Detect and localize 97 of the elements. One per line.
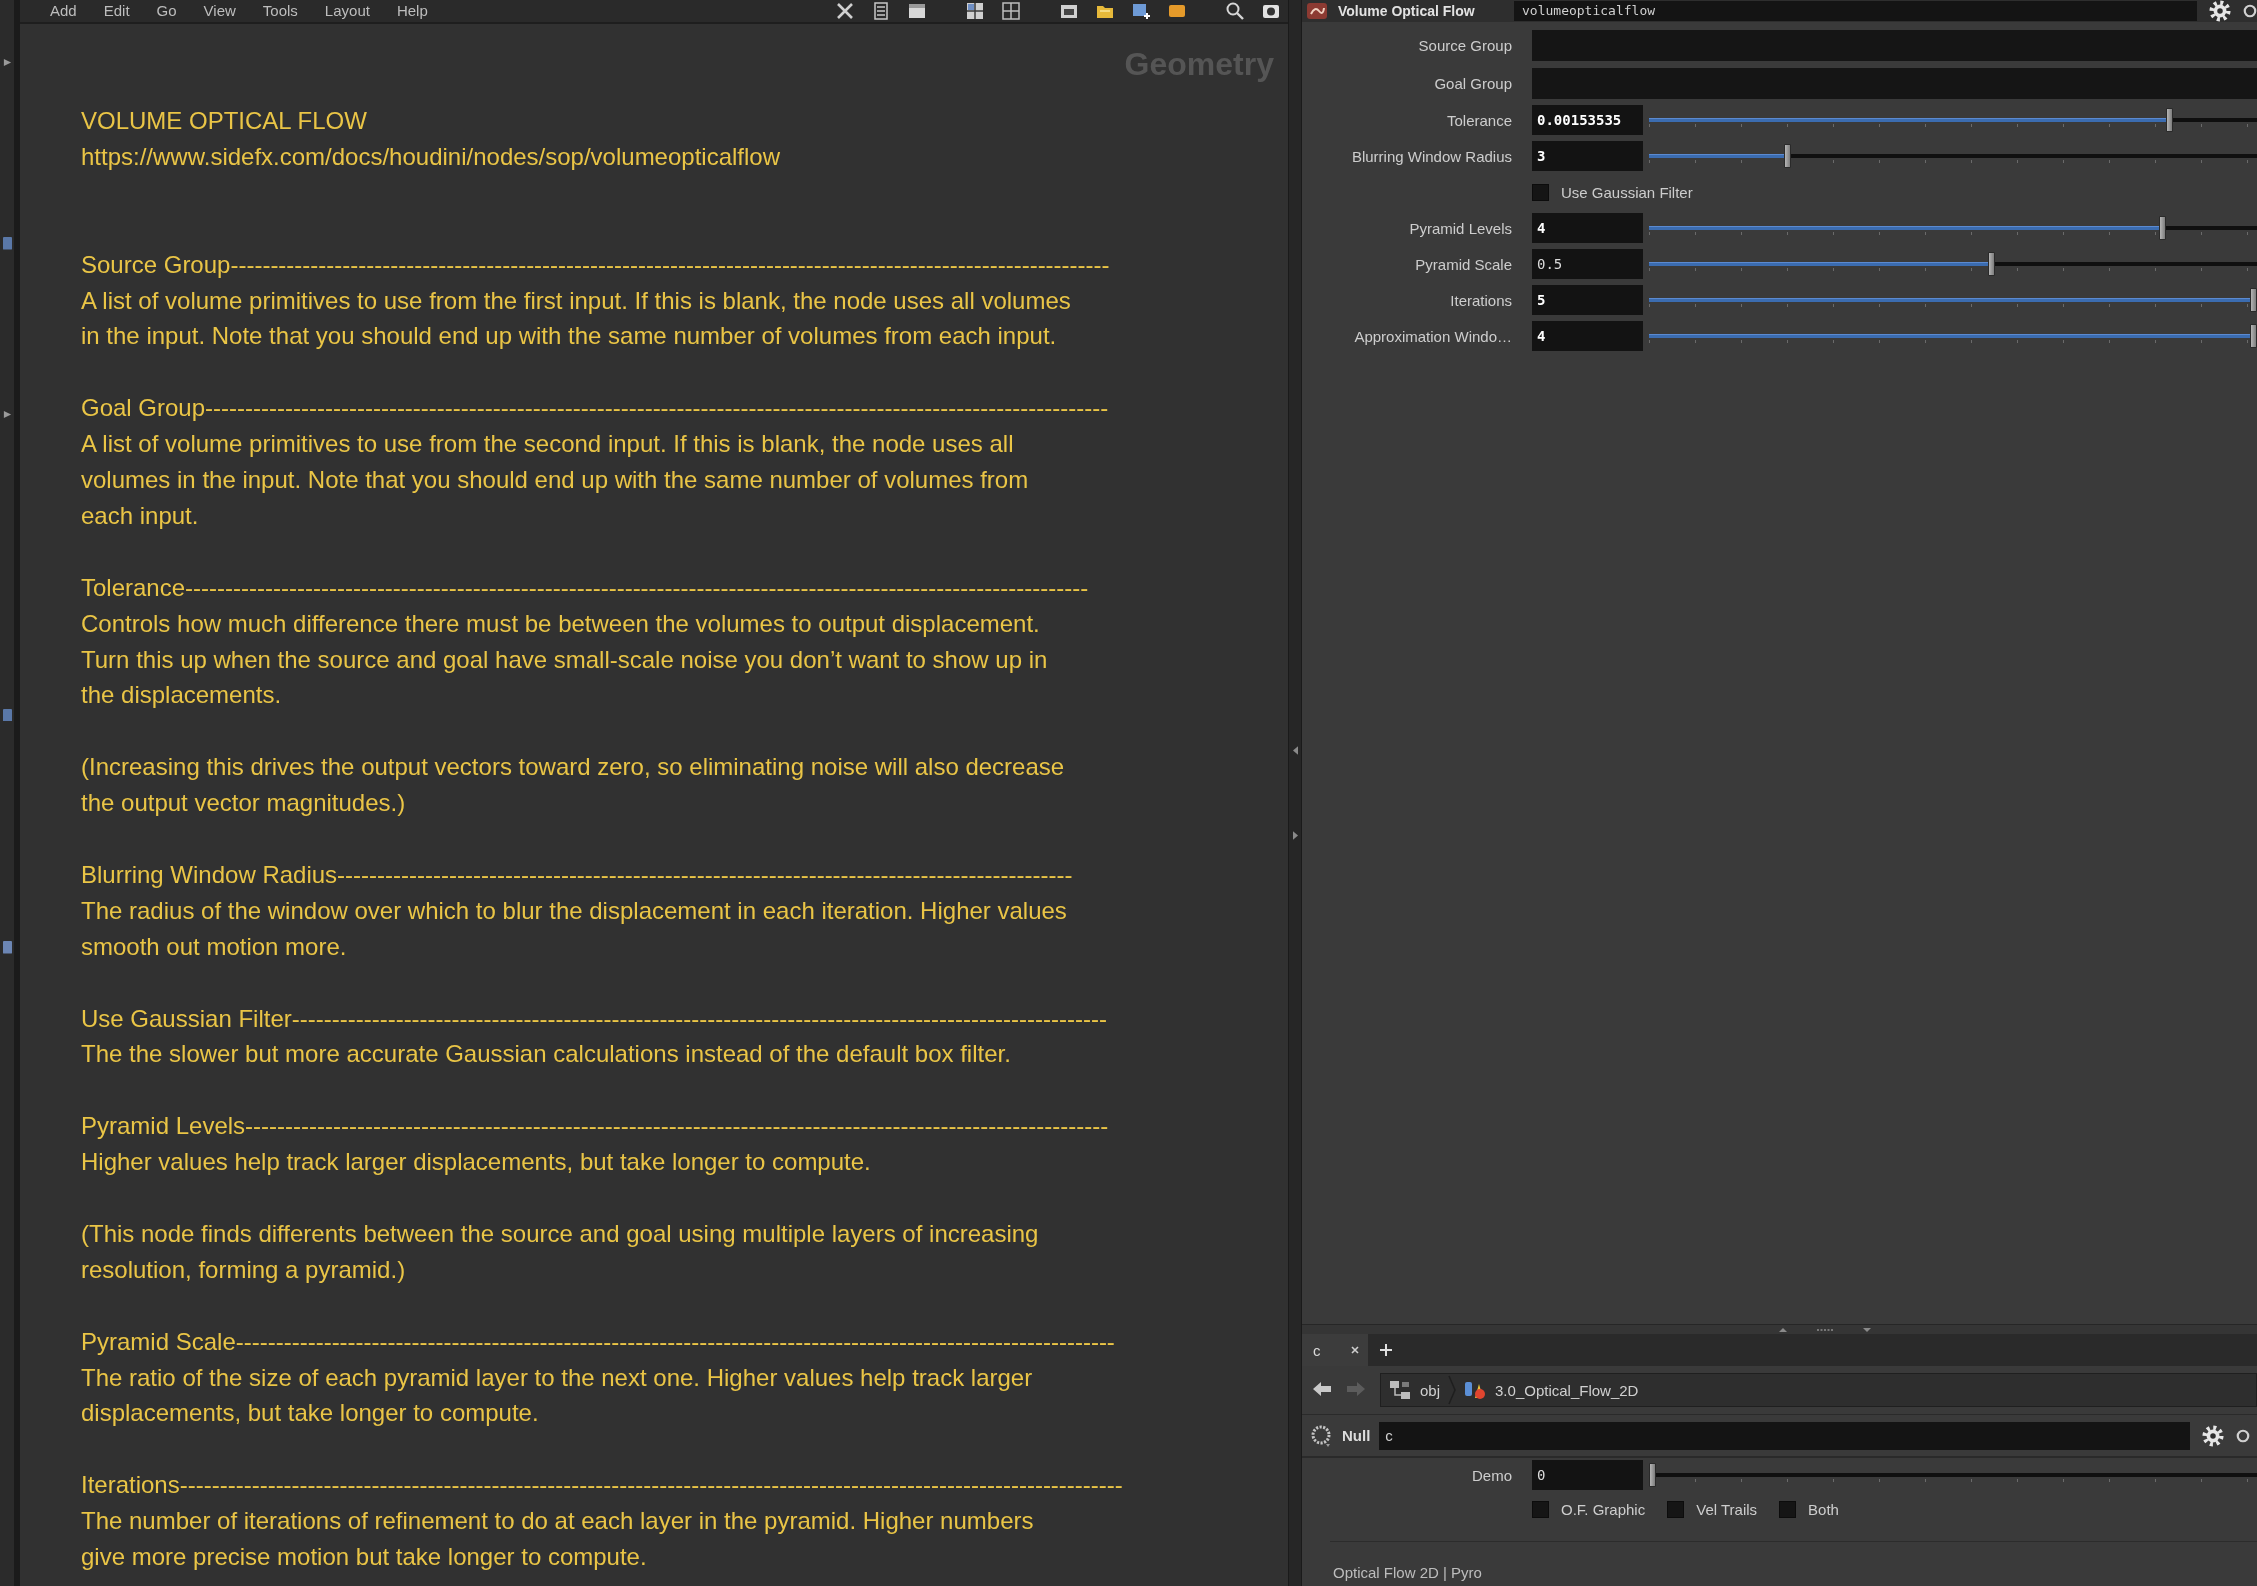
checkbox[interactable] (1532, 183, 1549, 201)
menu-item[interactable]: Tools (262, 1, 298, 21)
section-heading: Iterations---------------------------------------------------------------------------------------------------------------------- (81, 1470, 1124, 1501)
number-field[interactable]: 0.00153535 (1532, 105, 1643, 135)
number-field[interactable]: 4 (1532, 213, 1643, 243)
parameter-label: Source Group (1417, 36, 1512, 54)
triangle-icon[interactable] (2, 58, 12, 67)
slider-track[interactable] (1649, 1461, 2257, 1489)
grid-icon[interactable] (1002, 2, 1020, 20)
menu-item[interactable]: Go (156, 1, 177, 21)
network-icon (1389, 1380, 1411, 1400)
triangle-icon[interactable] (1292, 831, 1298, 840)
slider-handle[interactable] (2158, 216, 2166, 240)
checkbox[interactable] (1667, 1500, 1685, 1518)
slider-handle[interactable] (1987, 252, 1995, 276)
parameter-label: Goal Group (1433, 74, 1512, 92)
menu-item[interactable]: View (203, 1, 236, 21)
tile-icon[interactable] (2, 941, 12, 954)
box-icon[interactable] (1168, 2, 1186, 20)
section-heading: Pyramid Levels------------------------------------------------------------------------------------------------------------ (81, 1111, 1110, 1142)
number-field[interactable]: 4 (1532, 321, 1643, 351)
ring-icon[interactable] (2236, 1428, 2251, 1443)
parameter-label: Pyramid Levels (1408, 219, 1512, 237)
slider-handle[interactable] (1649, 1463, 1656, 1487)
close-icon[interactable] (1351, 1346, 1359, 1354)
paragraph: The number of iterations of refinement to do at each layer in the pyramid. Higher numbers give more precise motion but take longer to compute. (81, 1506, 1035, 1573)
paragraph: The ratio of the size of each pyramid layer to the next one. Higher values help track larger displacements, but take longer to compute. (81, 1362, 1034, 1429)
number-field[interactable]: 3 (1532, 141, 1643, 171)
grid-icon[interactable] (966, 2, 984, 20)
url-text: https://www.sidefx.com/docs/houdini/nodes/sop/volumeopticalflow (81, 141, 782, 172)
paragraph: Controls how much difference there must be between the volumes to output displacement. Turn this up when the source and goal have small-scale noise you don’t want to show up in the displacements. (81, 608, 1049, 711)
back-arrow-icon[interactable] (1312, 1381, 1332, 1399)
node-type-label: Volume Optical Flow (1338, 3, 1475, 19)
paragraph: The radius of the window over which to blur the displacement in each iteration. Higher values smooth out motion more. (81, 895, 1068, 962)
input-field[interactable] (1532, 29, 2257, 61)
tile-icon[interactable] (2, 237, 12, 250)
image-add-icon[interactable] (1132, 2, 1150, 20)
list-icon[interactable] (872, 2, 890, 20)
menu-item[interactable]: Help (396, 1, 428, 21)
gear-icon[interactable] (2209, 0, 2231, 22)
slider-handle[interactable] (2250, 324, 2257, 348)
checkbox-label: Both (1808, 1500, 1839, 1518)
checkbox-label: Use Gaussian Filter (1561, 183, 1693, 201)
checkbox-label: O.F. Graphic (1561, 1500, 1646, 1518)
shapes-icon (1464, 1380, 1487, 1400)
parameter-label: Demo (1471, 1466, 1512, 1484)
input-field[interactable] (1532, 67, 2257, 99)
node-icon[interactable] (1306, 2, 1328, 20)
parameter-label: Pyramid Scale (1414, 255, 1512, 273)
section-heading: Blurring Window Radius-------------------------------------------------------------------------------------------- (81, 859, 1074, 890)
path-item[interactable]: obj (1389, 1380, 1441, 1400)
paragraph: (Increasing this drives the output vectors toward zero, so eliminating noise will also decrease the output vector magnitudes.) (81, 752, 1066, 819)
paragraph: (This node finds differents between the source and goal using multiple layers of increasing resolution, forming a pyramid.) (81, 1218, 1040, 1285)
slider-handle[interactable] (2250, 288, 2257, 312)
parameter-label: Tolerance (1445, 111, 1512, 129)
note-title: VOLUME OPTICAL FLOW (81, 106, 368, 136)
ring-icon[interactable] (2243, 4, 2257, 18)
triangle-icon[interactable] (2, 409, 12, 419)
menu-item[interactable]: Add (50, 1, 77, 21)
search-icon[interactable] (1226, 2, 1244, 20)
path-item[interactable]: 3.0_Optical_Flow_2D (1464, 1380, 1639, 1400)
menu-item[interactable]: Edit (103, 1, 130, 21)
gear-icon[interactable] (2202, 1424, 2225, 1447)
section-heading: Source Group-------------------------------------------------------------------------------------------------------------- (81, 249, 1111, 280)
plus-icon[interactable] (1380, 1344, 1392, 1356)
paragraph: A list of volume primitives to use from the second input. If this is blank, the node uses all volumes in the input. Note that you should end up with the same number of volumes from each input. (81, 429, 1030, 531)
node-type-label: Null (1342, 1427, 1371, 1444)
checkbox-label: Vel Trails (1696, 1500, 1758, 1518)
tile-icon[interactable] (2, 708, 12, 722)
tab[interactable]: c (1302, 1334, 1368, 1366)
paragraph: Higher values help track larger displacements, but take longer to compute. (81, 1147, 872, 1178)
section-heading: Goal Group----------------------------------------------------------------------------------------------------------------- (81, 393, 1110, 424)
dotted-ring-icon[interactable] (1309, 1423, 1333, 1448)
footer-text: Optical Flow 2D | Pyro (1333, 1564, 1482, 1581)
section-heading: Use Gaussian Filter------------------------------------------------------------------------------------------------------ (81, 1003, 1108, 1034)
crossed-tools-icon[interactable] (836, 2, 854, 20)
panel-icon[interactable] (908, 2, 926, 20)
window-icon[interactable] (1060, 2, 1078, 20)
section-heading: Tolerance----------------------------------------------------------------------------------------------------------------- (81, 572, 1090, 603)
slider-handle[interactable] (2165, 108, 2173, 132)
menu-item[interactable]: Layout (324, 1, 370, 21)
checkbox[interactable] (1779, 1500, 1797, 1518)
paragraph: A list of volume primitives to use from the first input. If this is blank, the node uses all volumes in the input. Note that you should end up with the same number of volumes from each input. (81, 285, 1072, 352)
number-field[interactable]: 5 (1532, 285, 1643, 315)
number-field[interactable]: 0 (1532, 1460, 1643, 1490)
checkbox[interactable] (1532, 1500, 1549, 1518)
parameter-label: Approximation Windo… (1353, 327, 1512, 345)
slider-handle[interactable] (1784, 144, 1792, 168)
parameter-label: Blurring Window Radius (1350, 147, 1512, 165)
section-heading: Pyramid Scale-------------------------------------------------------------------------------------------------------------- (81, 1326, 1116, 1357)
camera-icon[interactable] (1262, 2, 1280, 20)
parameter-label: Iterations (1449, 291, 1512, 309)
node-name-field[interactable]: volumeopticalflow (1514, 1, 2197, 21)
number-field[interactable]: 0.5 (1532, 249, 1643, 279)
paragraph: The the slower but more accurate Gaussian calculations instead of the default box filter. (81, 1039, 1012, 1070)
node-name-field[interactable]: c (1379, 1421, 2191, 1450)
triangle-icon[interactable] (1292, 746, 1298, 755)
